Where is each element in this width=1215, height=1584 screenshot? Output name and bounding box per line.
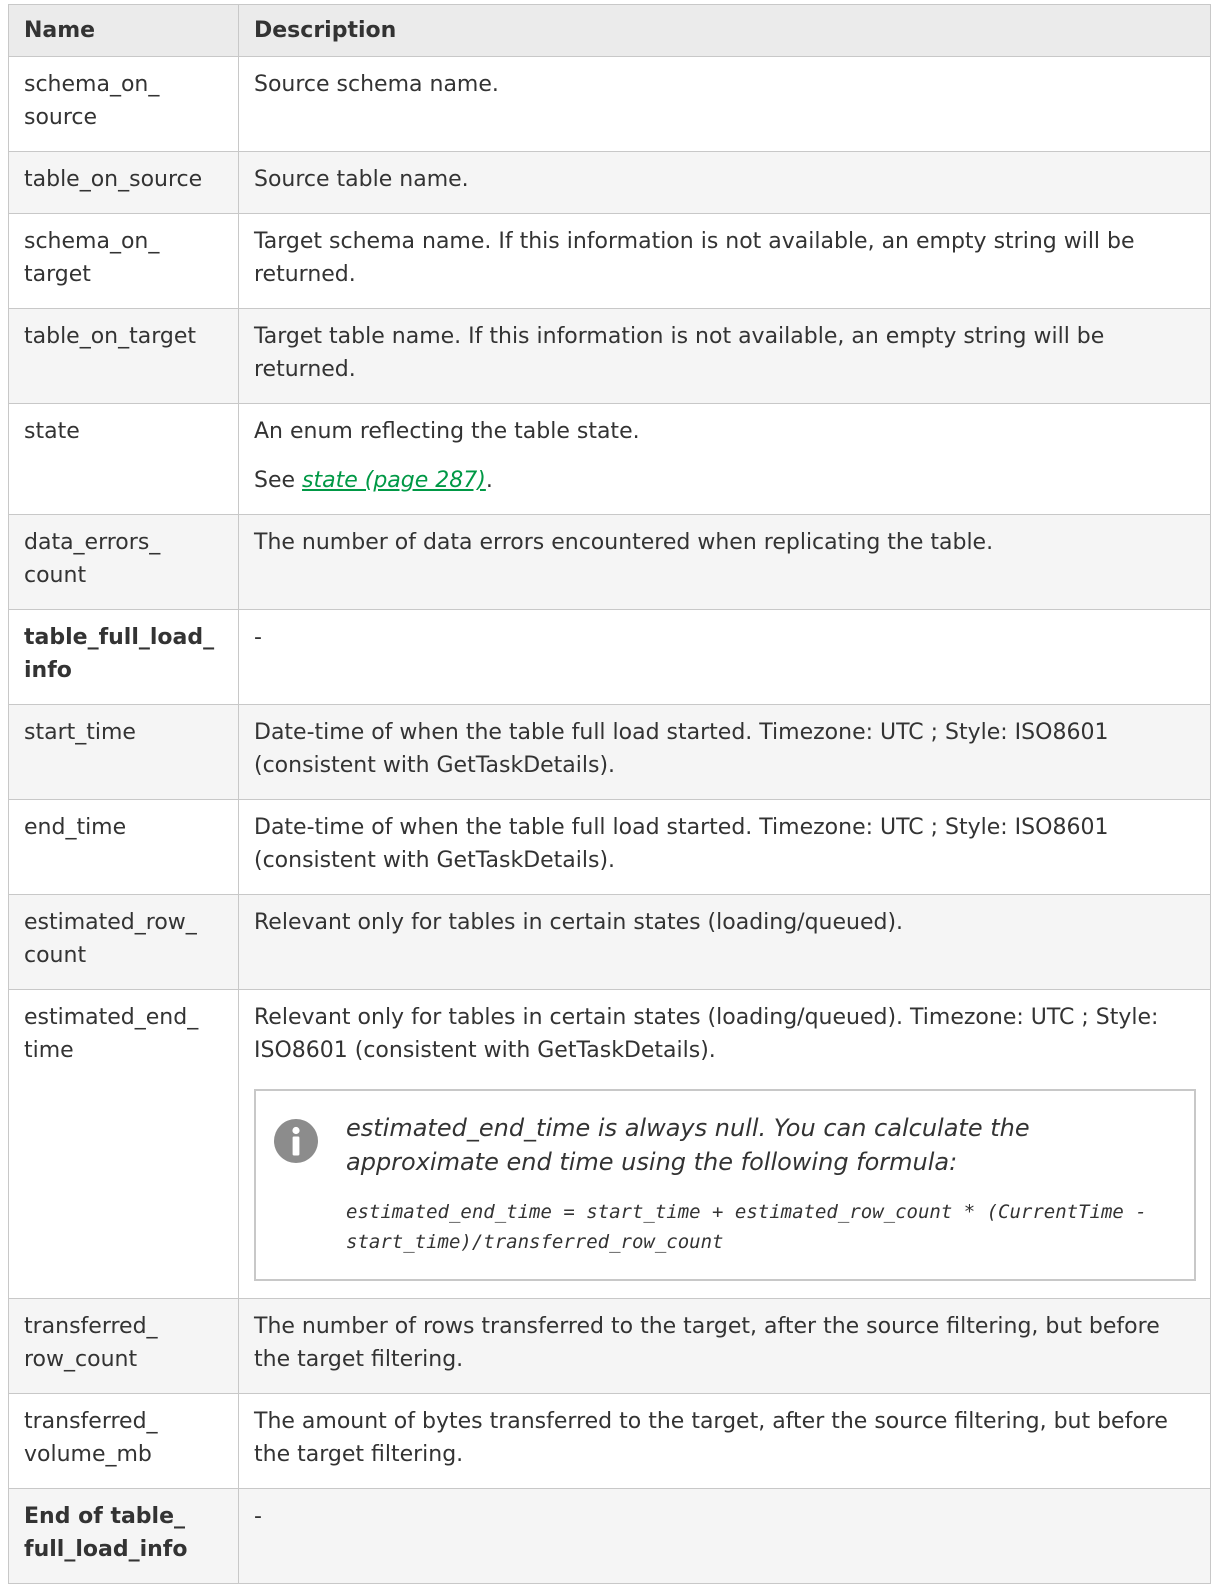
table-header: Name Description [8, 4, 1211, 57]
note-formula: estimated_end_time = start_time + estima… [346, 1201, 1147, 1253]
param-name-line: table_on_target [24, 324, 197, 349]
table-row: table_full_load_ info - [8, 609, 1211, 705]
param-name-cell: End of table_ full_load_info [8, 1488, 239, 1584]
param-description-cell: - [238, 609, 1211, 705]
note-body: estimated_end_time is always null. You c… [346, 1111, 1174, 1257]
param-name-line: target [24, 262, 91, 287]
param-name-line: full_load_info [24, 1537, 188, 1562]
param-name-line: time [24, 1038, 74, 1063]
description-text: The amount of bytes transferred to the t… [254, 1409, 1168, 1467]
param-description-cell: The number of data errors encountered wh… [238, 514, 1211, 610]
param-name-line: source [24, 105, 98, 130]
param-name-line: state [24, 419, 80, 444]
description-text: Source table name. [254, 167, 469, 192]
header-name: Name [8, 4, 239, 57]
table-row: data_errors_count The number of data erro… [8, 514, 1211, 610]
param-description-cell: Source schema name. [238, 56, 1211, 152]
param-name-line: table_on_source [24, 167, 203, 192]
state-page-link[interactable]: state (page 287) [302, 468, 486, 493]
param-name-line: info [24, 658, 72, 683]
param-name-cell: table_on_target [8, 308, 239, 404]
table-row: End of table_ full_load_info - [8, 1488, 1211, 1584]
param-description-cell: - [238, 1488, 1211, 1584]
description-text: Target schema name. If this information … [254, 229, 1135, 287]
parameters-table: Name Description schema_on_ source Source … [8, 4, 1211, 1584]
param-description-cell: Target table name. If this information i… [238, 308, 1211, 404]
see-suffix: . [485, 468, 493, 493]
table-row: schema_on_target Target schema name. If t… [8, 213, 1211, 309]
param-description-cell: Date-time of when the table full load st… [238, 704, 1211, 800]
param-name-cell: schema_on_target [8, 213, 239, 309]
description-text: The number of data errors encountered wh… [254, 530, 994, 555]
param-name-cell: transferred_ row_count [8, 1298, 239, 1394]
table-row: end_time Date-time of when the table full… [8, 799, 1211, 895]
description-text: The number of rows transferred to the ta… [254, 1314, 1160, 1372]
header-row: Name Description [8, 4, 1211, 57]
param-description-cell: The amount of bytes transferred to the t… [238, 1393, 1211, 1489]
table-row: table_on_source Source table name. [8, 151, 1211, 214]
table-row: table_on_target Target table name. If thi… [8, 308, 1211, 404]
table-row: schema_on_source Source schema name. [8, 56, 1211, 152]
param-description-cell: Target schema name. If this information … [238, 213, 1211, 309]
description-text: - [254, 1504, 262, 1529]
param-name-cell: schema_on_source [8, 56, 239, 152]
param-name-cell: end_time [8, 799, 239, 895]
param-description-cell: An enum reflecting the table state. See s… [238, 403, 1211, 515]
description-text: Relevant only for tables in certain stat… [254, 1005, 1159, 1063]
param-name-cell: table_on_source [8, 151, 239, 214]
param-name-cell: estimated_row_count [8, 894, 239, 990]
param-name-line: estimated_end_ [24, 1005, 199, 1030]
table-row: transferred_ volume_mb The amount of bytes… [8, 1393, 1211, 1489]
param-name-line: start_time [24, 720, 136, 745]
param-name-line: data_errors_ [24, 530, 161, 555]
param-name-line: estimated_row_ [24, 910, 197, 935]
table-body: schema_on_ source Source schema name. table… [8, 56, 1211, 1584]
param-description-cell: Source table name. [238, 151, 1211, 214]
note-text: estimated_end_time is always null. You c… [346, 1114, 1030, 1176]
table-row: estimated_end_time Relevant only for tabl… [8, 989, 1211, 1299]
description-text: - [254, 625, 262, 650]
see-prefix: See [254, 468, 303, 493]
description-text: Source schema name. [254, 72, 499, 97]
param-name-cell: data_errors_count [8, 514, 239, 610]
param-name-line: count [24, 943, 87, 968]
param-name-line: schema_on_ [24, 72, 160, 97]
param-name-cell: table_full_load_info [8, 609, 239, 705]
param-name-line: transferred_ [24, 1314, 158, 1339]
param-name-cell: estimated_end_time [8, 989, 239, 1299]
param-name-cell: transferred_ volume_mb [8, 1393, 239, 1489]
param-name-line: table_full_load_ [24, 625, 215, 650]
param-description-cell: The number of rows transferred to the ta… [238, 1298, 1211, 1394]
param-name-line: schema_on_ [24, 229, 160, 254]
description-text: Date-time of when the table full load st… [254, 815, 1109, 873]
description-text: Target table name. If this information i… [254, 324, 1105, 382]
header-description: Description [238, 4, 1211, 57]
param-name-line: count [24, 563, 87, 588]
param-description-cell: Relevant only for tables in certain stat… [238, 989, 1211, 1299]
param-name-line: end_time [24, 815, 127, 840]
description-text: Relevant only for tables in certain stat… [254, 910, 904, 935]
param-description-cell: Relevant only for tables in certain stat… [238, 894, 1211, 990]
param-name-line: row_count [24, 1347, 138, 1372]
param-name-line: volume_mb [24, 1442, 152, 1467]
see-reference: See state (page 287). [254, 464, 1196, 497]
param-name-cell: start_time [8, 704, 239, 800]
description-text: An enum reflecting the table state. [254, 419, 640, 444]
table-row: state An enum reflecting the table state.… [8, 403, 1211, 515]
table-row: transferred_ row_count The number of rows … [8, 1298, 1211, 1394]
param-description-cell: Date-time of when the table full load st… [238, 799, 1211, 895]
description-text: Date-time of when the table full load st… [254, 720, 1109, 778]
info-note: estimated_end_time is always null. You c… [254, 1089, 1196, 1281]
table-row: estimated_row_count Relevant only for tab… [8, 894, 1211, 990]
param-name-line: transferred_ [24, 1409, 158, 1434]
table-row: start_time Date-time of when the table fu… [8, 704, 1211, 800]
info-icon [274, 1119, 318, 1163]
param-name-cell: state [8, 403, 239, 515]
param-name-line: End of table_ [24, 1504, 186, 1529]
